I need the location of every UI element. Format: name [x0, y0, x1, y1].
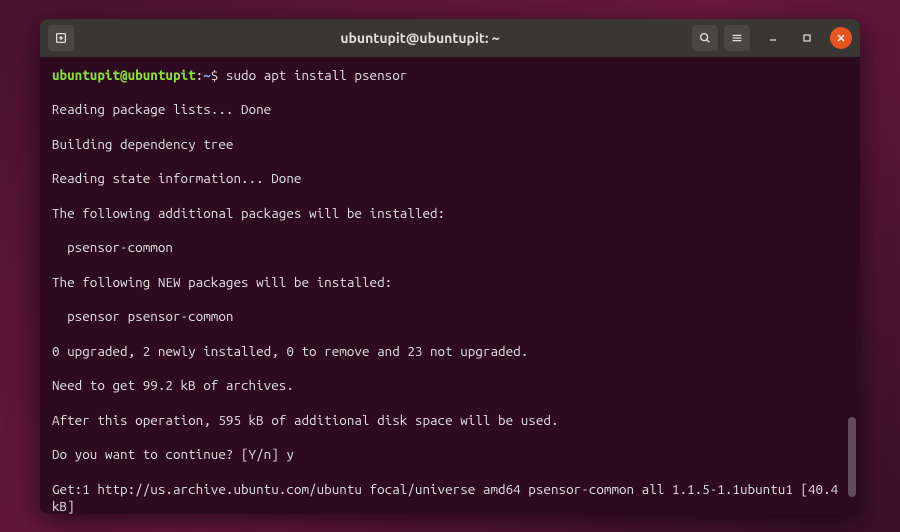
output-line: 0 upgraded, 2 newly installed, 0 to remo… — [52, 343, 848, 360]
scrollbar-thumb[interactable] — [848, 417, 856, 497]
titlebar: ubuntupit@ubuntupit: ~ — [40, 19, 860, 57]
search-button[interactable] — [692, 25, 718, 51]
output-line: The following additional packages will b… — [52, 205, 848, 222]
output-line: The following NEW packages will be insta… — [52, 274, 848, 291]
output-line: Do you want to continue? [Y/n] y — [52, 446, 848, 463]
close-button[interactable] — [830, 27, 852, 49]
output-line: Building dependency tree — [52, 136, 848, 153]
output-line: Need to get 99.2 kB of archives. — [52, 377, 848, 394]
output-line: Get:1 http://us.archive.ubuntu.com/ubunt… — [52, 481, 848, 514]
output-line: psensor psensor-common — [52, 308, 848, 325]
terminal-output[interactable]: ubuntupit@ubuntupit:~$ sudo apt install … — [40, 57, 860, 514]
output-line: After this operation, 595 kB of addition… — [52, 412, 848, 429]
command-text: sudo apt install psensor — [226, 67, 407, 83]
output-line: Reading state information... Done — [52, 170, 848, 187]
minimize-button[interactable] — [762, 27, 784, 49]
menu-button[interactable] — [724, 25, 750, 51]
maximize-button[interactable] — [796, 27, 818, 49]
prompt-path: ~ — [203, 67, 211, 83]
output-line: psensor-common — [52, 239, 848, 256]
prompt-user-host: ubuntupit@ubuntupit — [52, 67, 196, 83]
window-title: ubuntupit@ubuntupit: ~ — [154, 30, 686, 46]
new-tab-button[interactable] — [48, 25, 74, 51]
output-line: Reading package lists... Done — [52, 101, 848, 118]
prompt-dollar: $ — [211, 67, 226, 83]
terminal-window: ubuntupit@ubuntupit: ~ — [40, 19, 860, 514]
